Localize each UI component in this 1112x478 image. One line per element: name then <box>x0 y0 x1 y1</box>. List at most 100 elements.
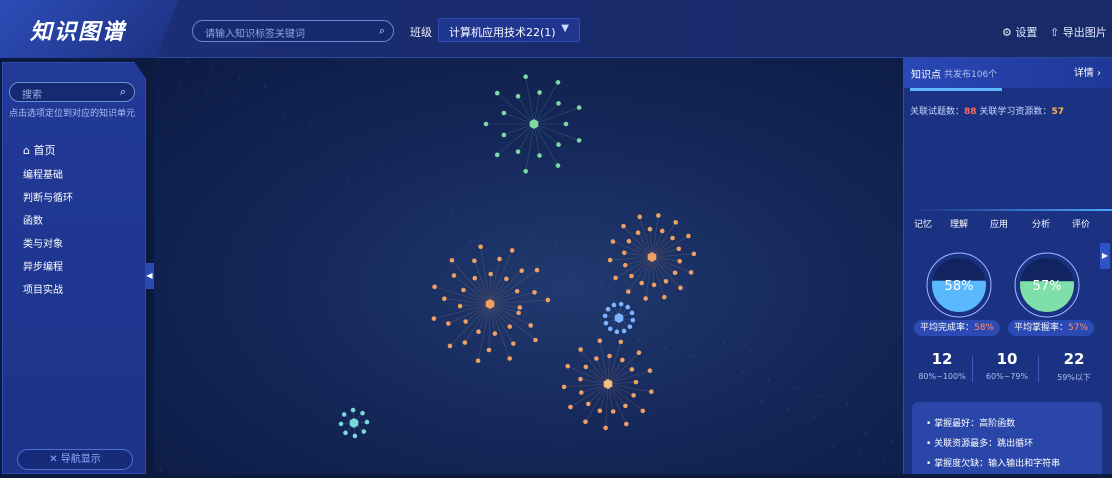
knowledge-node[interactable] <box>618 301 624 307</box>
knowledge-graph-canvas[interactable] <box>153 58 904 474</box>
collapse-left-button[interactable]: ◀ <box>145 263 154 289</box>
knowledge-node[interactable] <box>556 101 561 106</box>
knowledge-node[interactable] <box>613 275 618 281</box>
knowledge-node[interactable] <box>635 230 641 236</box>
knowledge-node[interactable] <box>534 267 540 273</box>
knowledge-node[interactable] <box>492 331 498 336</box>
knowledge-node[interactable] <box>545 297 551 303</box>
knowledge-node[interactable] <box>624 421 629 427</box>
knowledge-node[interactable] <box>688 270 694 275</box>
sidebar-search-input[interactable]: 搜索 ⌕ <box>9 82 135 102</box>
knowledge-node[interactable] <box>494 90 500 96</box>
knowledge-node[interactable] <box>350 407 356 413</box>
knowledge-node[interactable] <box>649 389 654 394</box>
knowledge-node[interactable] <box>676 246 682 252</box>
knowledge-node[interactable] <box>497 256 502 262</box>
knowledge-node[interactable] <box>442 296 447 302</box>
knowledge-node[interactable] <box>341 412 347 417</box>
knowledge-node[interactable] <box>352 433 358 439</box>
knowledge-cluster[interactable] <box>607 213 697 301</box>
knowledge-node[interactable] <box>463 319 468 324</box>
knowledge-node[interactable] <box>555 163 561 168</box>
knowledge-node[interactable] <box>501 132 507 138</box>
knowledge-node[interactable] <box>364 419 370 425</box>
knowledge-node[interactable] <box>597 338 603 344</box>
knowledge-node[interactable] <box>519 268 525 274</box>
bloom-level[interactable]: 评价 <box>1072 217 1090 230</box>
knowledge-node[interactable] <box>659 228 665 234</box>
bloom-level[interactable]: 记忆 <box>914 217 932 230</box>
knowledge-node[interactable] <box>361 429 367 434</box>
knowledge-node[interactable] <box>637 214 642 220</box>
knowledge-graph[interactable] <box>153 58 904 474</box>
knowledge-node[interactable] <box>662 294 667 300</box>
knowledge-node[interactable] <box>483 121 489 127</box>
knowledge-node[interactable] <box>446 321 451 326</box>
knowledge-node[interactable] <box>678 285 683 291</box>
knowledge-node[interactable] <box>514 288 520 294</box>
knowledge-cluster[interactable] <box>431 244 551 364</box>
knowledge-node[interactable] <box>447 343 453 349</box>
knowledge-node[interactable] <box>360 410 365 416</box>
knowledge-node[interactable] <box>578 376 583 382</box>
knowledge-node[interactable] <box>647 226 653 232</box>
knowledge-node[interactable] <box>640 408 646 414</box>
sidebar-item-functions[interactable]: 函数 <box>23 212 43 227</box>
knowledge-node[interactable] <box>610 239 616 244</box>
sidebar-item-async[interactable]: 异步编程 <box>23 258 63 273</box>
knowledge-node[interactable] <box>621 328 627 334</box>
knowledge-node[interactable] <box>515 93 521 99</box>
knowledge-node[interactable] <box>629 367 635 372</box>
search-icon[interactable]: ⌕ <box>379 24 385 38</box>
knowledge-node[interactable] <box>488 271 493 277</box>
cluster-hub-node[interactable] <box>529 119 539 129</box>
sidebar-item-projects[interactable]: 项目实战 <box>23 281 63 296</box>
knowledge-node[interactable] <box>607 326 613 332</box>
knowledge-node[interactable] <box>623 403 628 409</box>
class-select[interactable]: 计算机应用技术22(1) ▼ <box>438 18 580 42</box>
knowledge-node[interactable] <box>537 153 542 158</box>
export-image-button[interactable]: ⇧ 导出图片 <box>1050 24 1107 40</box>
knowledge-cluster[interactable] <box>561 338 654 431</box>
knowledge-node[interactable] <box>507 324 513 329</box>
knowledge-cluster[interactable] <box>483 74 582 174</box>
knowledge-node[interactable] <box>516 310 521 316</box>
knowledge-node[interactable] <box>631 393 636 398</box>
sidebar-item-basics[interactable]: 编程基础 <box>23 166 63 181</box>
knowledge-node[interactable] <box>462 340 468 345</box>
knowledge-node[interactable] <box>621 223 626 229</box>
knowledge-node[interactable] <box>576 105 582 110</box>
knowledge-node[interactable] <box>686 233 691 239</box>
knowledge-node[interactable] <box>636 350 642 355</box>
settings-button[interactable]: ⚙ 设置 <box>1002 24 1037 40</box>
knowledge-node[interactable] <box>603 425 608 431</box>
knowledge-node[interactable] <box>576 138 582 143</box>
knowledge-node[interactable] <box>639 280 645 286</box>
knowledge-node[interactable] <box>449 257 455 263</box>
knowledge-node[interactable] <box>586 401 591 407</box>
knowledge-node[interactable] <box>431 316 437 321</box>
knowledge-node[interactable] <box>622 262 628 268</box>
knowledge-node[interactable] <box>677 258 682 264</box>
knowledge-node[interactable] <box>556 142 561 147</box>
knowledge-node[interactable] <box>611 302 617 308</box>
knowledge-node[interactable] <box>610 409 616 414</box>
knowledge-node[interactable] <box>602 313 608 319</box>
knowledge-node[interactable] <box>597 408 603 414</box>
knowledge-node[interactable] <box>528 323 533 328</box>
knowledge-node[interactable] <box>494 152 500 158</box>
knowledge-node[interactable] <box>605 306 611 312</box>
knowledge-node[interactable] <box>486 347 492 353</box>
knowledge-node[interactable] <box>515 149 521 155</box>
knowledge-node[interactable] <box>629 273 634 279</box>
knowledge-node[interactable] <box>607 353 612 359</box>
knowledge-node[interactable] <box>523 74 528 80</box>
knowledge-node[interactable] <box>501 110 507 116</box>
knowledge-cluster[interactable] <box>338 407 370 439</box>
sidebar-item-loops[interactable]: 判断与循环 <box>23 189 73 204</box>
knowledge-node[interactable] <box>475 358 481 364</box>
bloom-level[interactable]: 分析 <box>1032 217 1050 230</box>
nav-toggle-button[interactable]: ✕ 导航显示 <box>17 449 133 470</box>
knowledge-node[interactable] <box>618 339 624 345</box>
knowledge-node[interactable] <box>603 320 609 326</box>
